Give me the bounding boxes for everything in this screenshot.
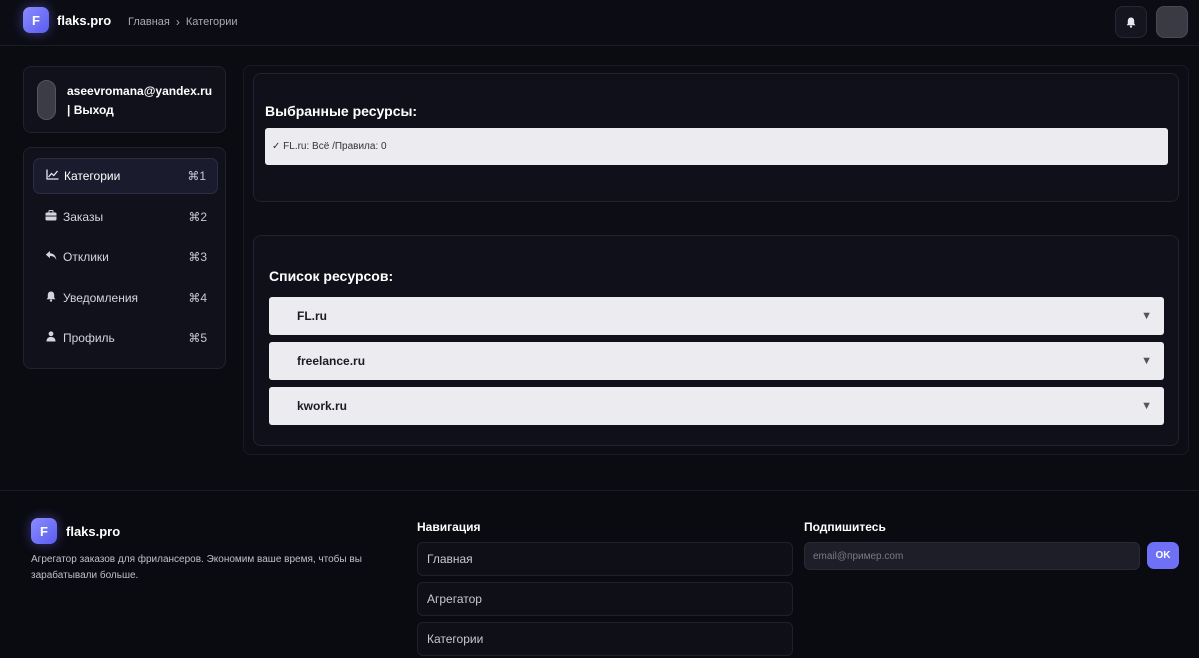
brand-name[interactable]: flaks.pro bbox=[57, 13, 111, 28]
breadcrumb-home[interactable]: Главная bbox=[128, 16, 170, 28]
bell-icon bbox=[44, 291, 58, 305]
selected-resources-card: Выбранные ресурсы: ✓ FL.ru: Всё /Правила… bbox=[253, 73, 1179, 202]
sidebar-item-shortcut: ⌘3 bbox=[188, 250, 207, 264]
logout-link[interactable]: | Выход bbox=[67, 103, 114, 117]
sidebar-item-responses[interactable]: Отклики ⌘3 bbox=[33, 239, 218, 275]
footer-logo-badge[interactable]: F bbox=[31, 518, 57, 544]
caret-down-icon: ▼ bbox=[1141, 355, 1152, 367]
user-card: aseevromana@yandex.ru | Выход bbox=[23, 66, 226, 133]
sidebar-item-label: Уведомления bbox=[63, 291, 139, 305]
resource-label: freelance.ru bbox=[297, 354, 366, 368]
sidebar-item-categories[interactable]: Категории ⌘1 bbox=[33, 158, 218, 194]
chart-line-icon bbox=[45, 169, 59, 183]
sidebar-item-orders[interactable]: Заказы ⌘2 bbox=[33, 199, 218, 235]
footer: F flaks.pro Агрегатор заказов для фрилан… bbox=[0, 490, 1199, 658]
subscribe-heading: Подпишитесь bbox=[804, 520, 886, 534]
sidebar-item-shortcut: ⌘2 bbox=[188, 210, 207, 224]
sidebar-item-label: Категории bbox=[64, 169, 121, 183]
reply-icon bbox=[44, 250, 58, 264]
breadcrumb-current: Категории bbox=[185, 16, 238, 28]
sidebar-item-shortcut: ⌘5 bbox=[188, 331, 207, 345]
sidebar-item-label: Отклики bbox=[63, 250, 109, 264]
bell-icon bbox=[1126, 17, 1136, 28]
sidebar-item-shortcut: ⌘1 bbox=[187, 169, 206, 183]
sidebar-nav: Категории ⌘1 Заказы ⌘2 Отклики ⌘3 Уведом… bbox=[23, 147, 226, 369]
resource-list-title: Список ресурсов: bbox=[269, 268, 394, 284]
footer-nav-categories[interactable]: Категории bbox=[417, 622, 793, 656]
resource-row-fl[interactable]: FL.ru ▼ bbox=[269, 297, 1164, 335]
header-avatar[interactable] bbox=[1156, 6, 1188, 38]
resource-row-kwork[interactable]: kwork.ru ▼ bbox=[269, 387, 1164, 425]
resource-list-card: Список ресурсов: FL.ru ▼ freelance.ru ▼ … bbox=[253, 235, 1179, 446]
caret-down-icon: ▼ bbox=[1141, 400, 1152, 412]
sidebar-item-notifications[interactable]: Уведомления ⌘4 bbox=[33, 280, 218, 316]
sidebar-item-label: Заказы bbox=[63, 210, 104, 224]
footer-nav-home[interactable]: Главная bbox=[417, 542, 793, 576]
resource-label: kwork.ru bbox=[297, 399, 348, 413]
sidebar-item-label: Профиль bbox=[63, 331, 115, 345]
user-icon bbox=[44, 331, 58, 345]
subscribe-ok-button[interactable]: OK bbox=[1147, 542, 1179, 569]
breadcrumb: Главная › Категории bbox=[128, 15, 238, 29]
notifications-button[interactable] bbox=[1115, 6, 1147, 38]
resource-label: FL.ru bbox=[297, 309, 327, 323]
footer-description: Агрегатор заказов для фрилансеров. Эконо… bbox=[31, 554, 362, 581]
caret-down-icon: ▼ bbox=[1141, 310, 1152, 322]
chevron-right-icon: › bbox=[175, 15, 180, 29]
sidebar-item-profile[interactable]: Профиль ⌘5 bbox=[33, 320, 218, 356]
user-email: aseevromana@yandex.ru bbox=[67, 84, 213, 98]
email-input[interactable] bbox=[804, 542, 1140, 570]
selected-resources-box: ✓ FL.ru: Всё /Правила: 0 bbox=[265, 128, 1168, 165]
top-header: F flaks.pro Главная › Категории bbox=[0, 0, 1199, 46]
sidebar-item-shortcut: ⌘4 bbox=[188, 291, 207, 305]
footer-nav-heading: Навигация bbox=[417, 520, 481, 534]
footer-brand-name[interactable]: flaks.pro bbox=[66, 524, 120, 539]
avatar[interactable] bbox=[37, 80, 56, 120]
logo-badge[interactable]: F bbox=[23, 7, 49, 33]
footer-nav-aggregator[interactable]: Агрегатор bbox=[417, 582, 793, 616]
briefcase-icon bbox=[44, 210, 58, 224]
resource-row-freelance[interactable]: freelance.ru ▼ bbox=[269, 342, 1164, 380]
selected-resources-title: Выбранные ресурсы: bbox=[265, 103, 418, 119]
